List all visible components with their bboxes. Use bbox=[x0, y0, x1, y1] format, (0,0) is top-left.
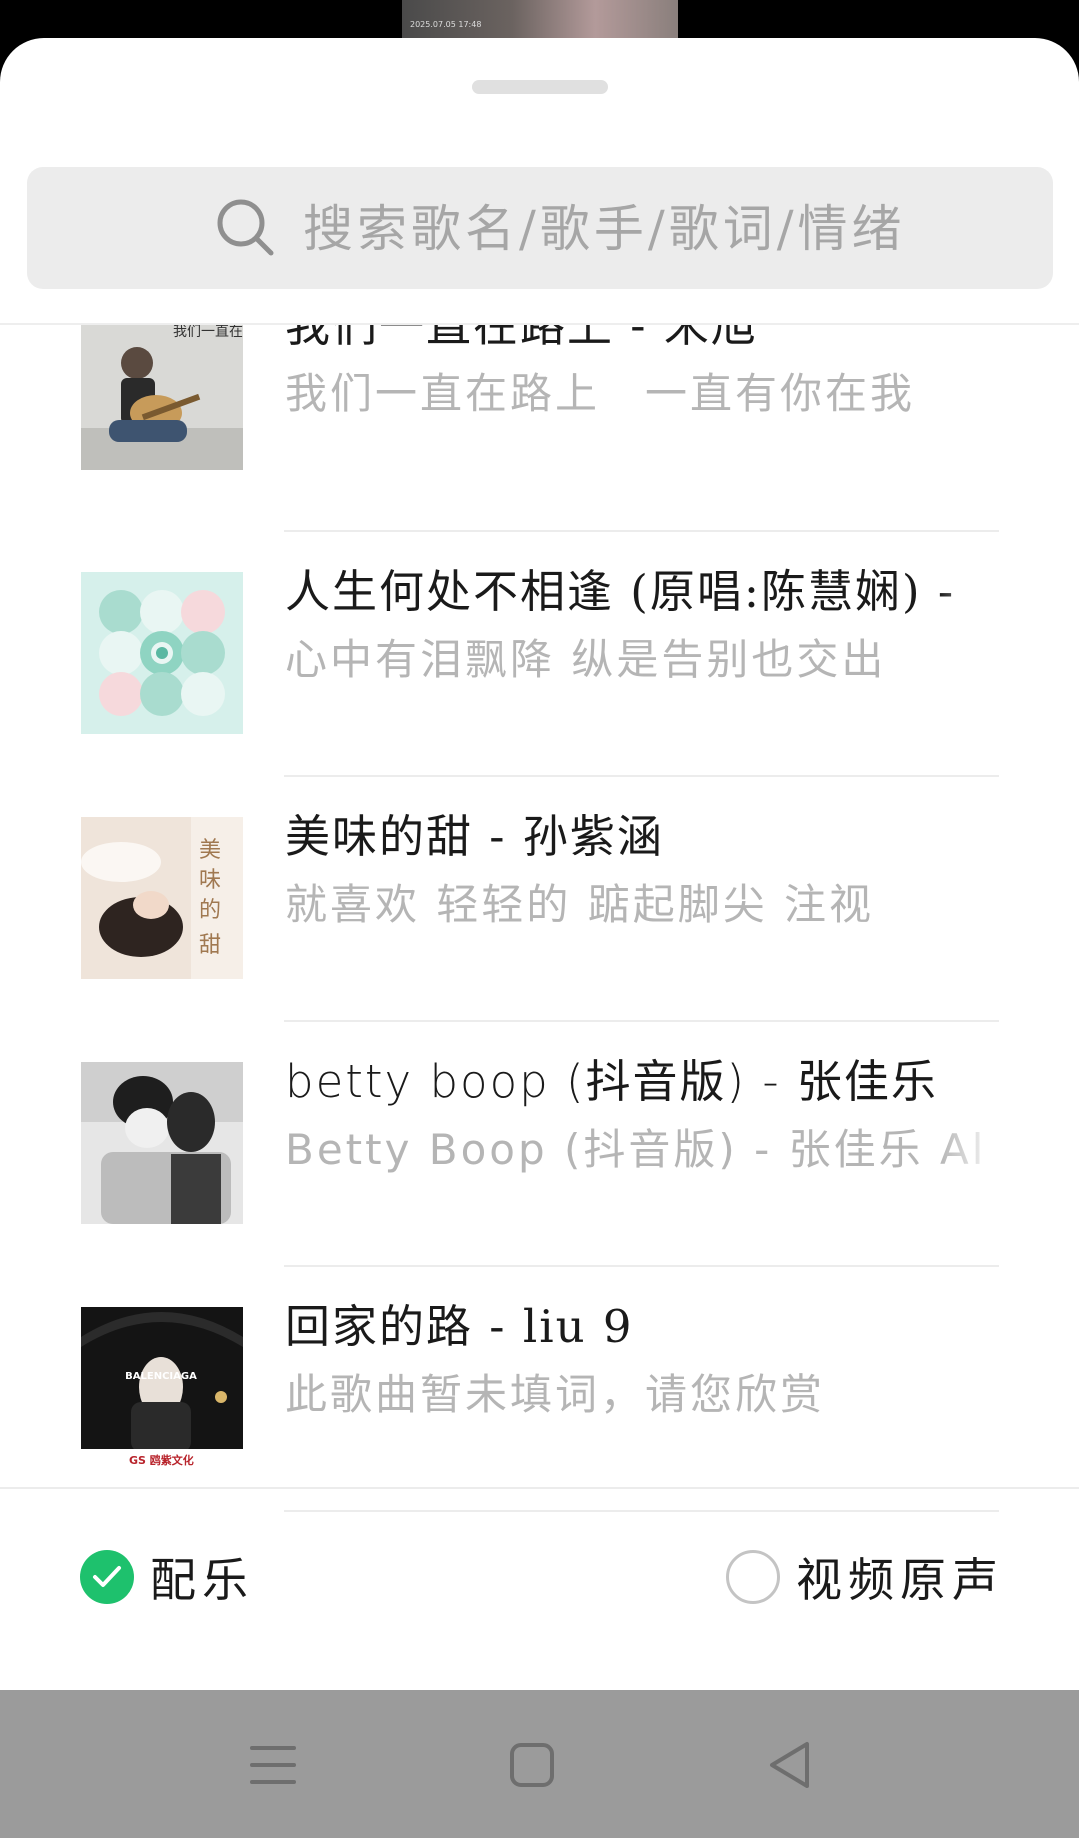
song-row[interactable]: 我们一直在路上 我们一直在路上 - 宋旭 我们一直在路上 一直有你在我 bbox=[0, 325, 1079, 513]
song-title: 我们一直在路上 - 宋旭 bbox=[285, 325, 758, 352]
search-box[interactable]: 搜索歌名/歌手/歌词/情绪 bbox=[27, 167, 1053, 289]
drag-handle[interactable] bbox=[472, 80, 608, 94]
row-divider bbox=[284, 1510, 999, 1512]
options-divider bbox=[0, 1487, 1079, 1489]
song-title: 人生何处不相逢 (原唱:陈慧娴) - bbox=[285, 565, 956, 618]
music-option-label: 配乐 bbox=[150, 1553, 254, 1607]
song-title: betty boop (抖音版) - 张佳乐 bbox=[285, 1055, 938, 1108]
song-cover bbox=[81, 1062, 243, 1224]
cover-text: 我们一直在路上 bbox=[173, 325, 243, 340]
song-lyric: 心中有泪飘降 纵是告别也交出 bbox=[285, 635, 887, 684]
song-row[interactable]: 人生何处不相逢 (原唱:陈慧娴) - 心中有泪飘降 纵是告别也交出 bbox=[0, 532, 1079, 777]
song-cover bbox=[81, 572, 243, 734]
song-cover: 美 味 的 甜 bbox=[81, 817, 243, 979]
video-preview-thumbnail[interactable]: 2025.07.05 17:48 bbox=[402, 0, 678, 38]
song-row[interactable]: betty boop (抖音版) - 张佳乐 Betty Boop (抖音版) … bbox=[0, 1022, 1079, 1267]
song-lyric: 就喜欢 轻轻的 踮起脚尖 注视 bbox=[285, 880, 875, 929]
cover-text: BALENCIAGA bbox=[125, 1371, 197, 1382]
search-input[interactable]: 搜索歌名/歌手/歌词/情绪 bbox=[303, 199, 906, 259]
music-option[interactable]: 配乐 bbox=[80, 1542, 254, 1612]
svg-text:味: 味 bbox=[199, 868, 221, 893]
checked-radio-icon[interactable] bbox=[80, 1550, 134, 1604]
menu-icon[interactable] bbox=[238, 1730, 308, 1800]
song-title: 回家的路 - liu 9 bbox=[285, 1300, 634, 1353]
svg-text:的: 的 bbox=[199, 898, 221, 923]
song-lyric: 此歌曲暂未填词，请您欣赏 bbox=[285, 1370, 826, 1419]
song-list[interactable]: 我们一直在路上 我们一直在路上 - 宋旭 我们一直在路上 一直有你在我 bbox=[0, 325, 1079, 1525]
unchecked-radio-icon[interactable] bbox=[726, 1550, 780, 1604]
search-icon bbox=[217, 199, 274, 256]
song-lyric: 我们一直在路上 一直有你在我 bbox=[285, 369, 916, 418]
song-row[interactable]: BALENCIAGA GS 鸥紫文化 回家的路 - liu 9 此歌曲暂未填词，… bbox=[0, 1267, 1079, 1512]
song-row[interactable]: 美 味 的 甜 美味的甜 - 孙紫涵 就喜欢 轻轻的 踮起脚尖 注视 bbox=[0, 777, 1079, 1022]
cover-text: 美 bbox=[199, 838, 221, 863]
song-title: 美味的甜 - 孙紫涵 bbox=[285, 810, 664, 863]
svg-text:甜: 甜 bbox=[199, 933, 221, 958]
original-sound-option[interactable]: 视频原声 bbox=[726, 1542, 1004, 1612]
video-timestamp: 2025.07.05 17:48 bbox=[410, 20, 482, 29]
song-lyric: Betty Boop (抖音版) - 张佳乐 Al bbox=[285, 1125, 987, 1174]
song-cover: 我们一直在路上 bbox=[81, 325, 243, 470]
system-navigation-bar bbox=[0, 1690, 1079, 1838]
home-square-icon[interactable] bbox=[497, 1730, 567, 1800]
music-picker-sheet: 搜索歌名/歌手/歌词/情绪 我们一直在路上 bbox=[0, 38, 1079, 1690]
original-sound-option-label: 视频原声 bbox=[796, 1553, 1004, 1607]
back-triangle-icon[interactable] bbox=[755, 1730, 825, 1800]
cover-brand: GS 鸥紫文化 bbox=[129, 1453, 194, 1467]
song-cover: BALENCIAGA GS 鸥紫文化 bbox=[81, 1307, 243, 1469]
